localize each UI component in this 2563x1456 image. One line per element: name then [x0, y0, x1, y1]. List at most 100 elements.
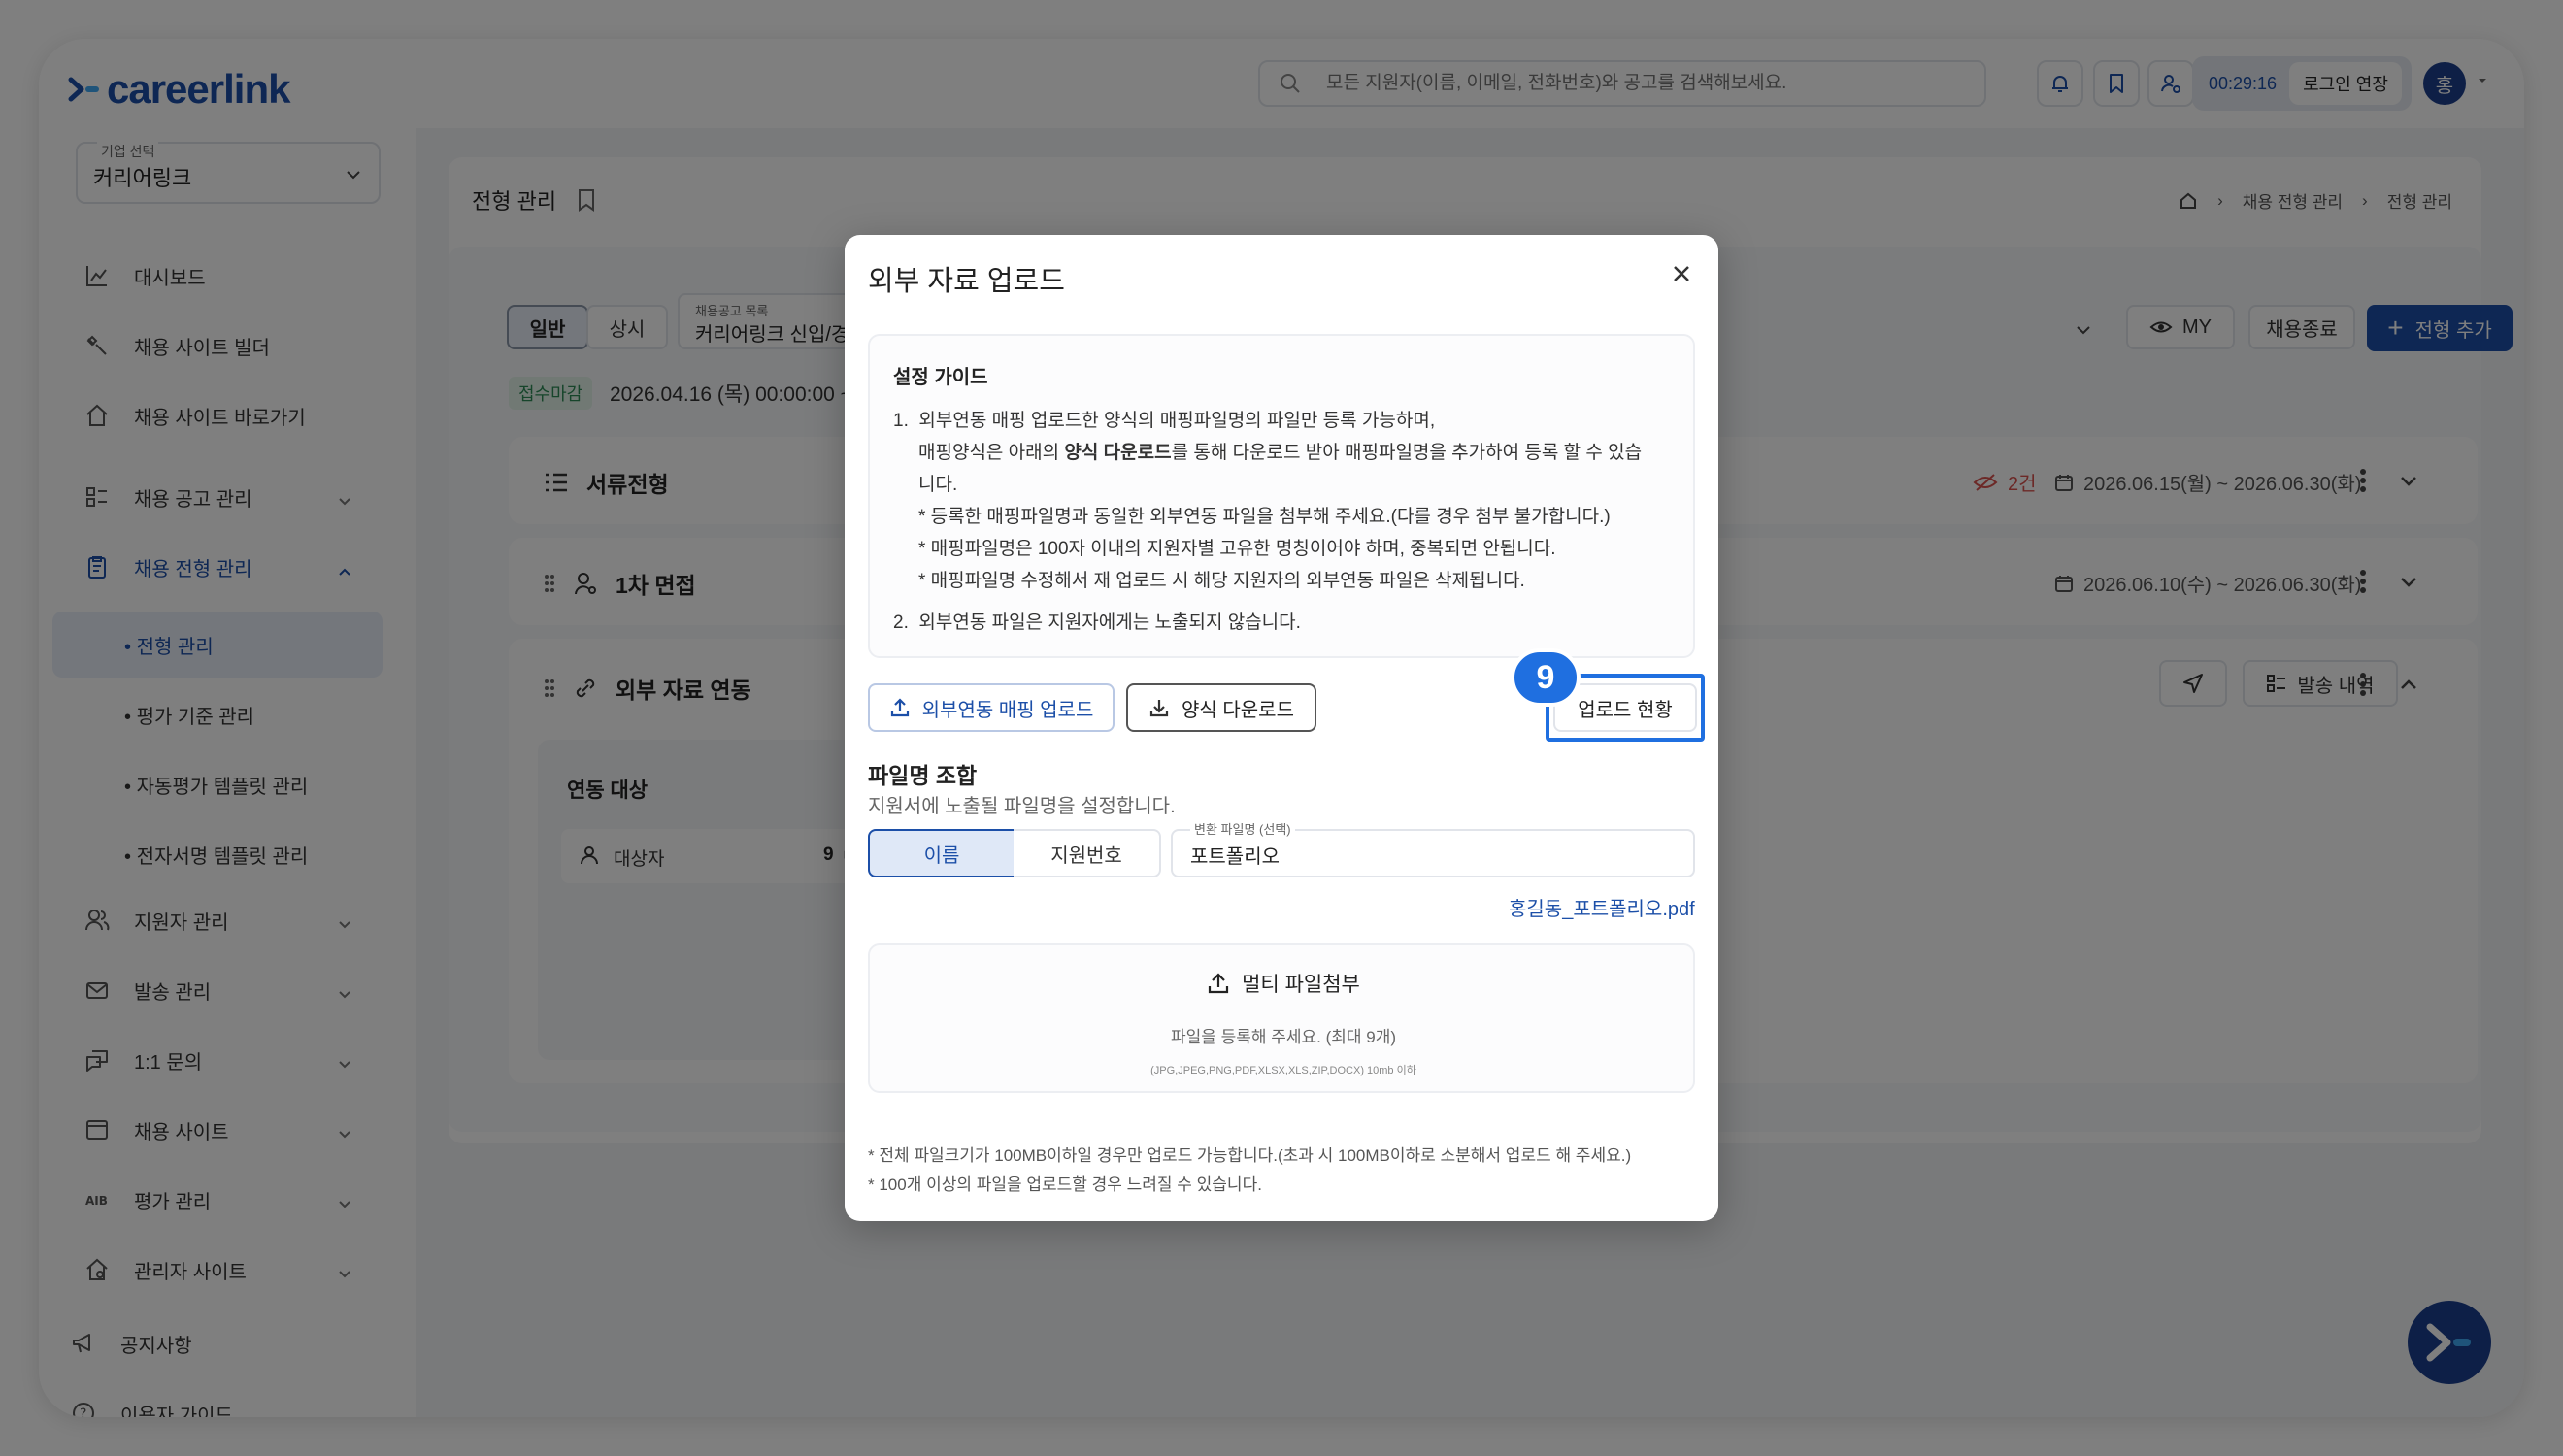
more-vertical-icon[interactable] — [2359, 468, 2367, 493]
target-row[interactable]: 대상자 9 명 — [561, 829, 882, 883]
users-icon — [82, 905, 113, 936]
sidebar-item-dashboard[interactable]: 대시보드 — [82, 260, 206, 291]
sidebar-item-applicants[interactable]: 지원자 관리 — [82, 905, 229, 936]
convert-filename-field[interactable]: 변환 파일명 (선택) 포트폴리오 — [1171, 819, 1695, 877]
target-title: 연동 대상 — [567, 779, 649, 802]
chevron-down-icon[interactable] — [336, 916, 353, 934]
svg-text:AIB: AIB — [85, 1194, 108, 1208]
sidebar-item-recruit-site[interactable]: 채용 사이트 — [82, 1114, 229, 1145]
filename-preview: 홍길동_포트폴리오.pdf — [1509, 899, 1695, 920]
logo-mark-icon — [68, 77, 99, 102]
sub-item-criteria[interactable]: • 평가 기준 관리 — [124, 701, 254, 729]
more-vertical-icon[interactable] — [2359, 569, 2367, 594]
chevron-down-icon[interactable] — [336, 1196, 353, 1213]
posting-select-label: 채용공고 목록 — [695, 304, 769, 318]
chevron-up-icon[interactable] — [336, 563, 353, 580]
global-search[interactable] — [1258, 60, 1986, 107]
sidebar-item-inquiry[interactable]: 1:1 문의 — [82, 1044, 202, 1075]
chevron-down-icon[interactable] — [336, 493, 353, 511]
chevron-down-icon[interactable] — [336, 986, 353, 1004]
sidebar-item-site-builder[interactable]: 채용 사이트 빌더 — [82, 330, 270, 361]
sidebar-item-screening[interactable]: 채용 전형 관리 — [82, 551, 252, 582]
sidebar-item-label: 이용자 가이드 — [120, 1405, 233, 1418]
segment-number[interactable]: 지원번호 — [1014, 829, 1161, 877]
logo-text: careerlink — [107, 66, 290, 112]
target-row-label: 대상자 — [614, 849, 665, 870]
sidebar-item-label: 채용 전형 관리 — [134, 558, 252, 580]
sidebar-item-mailing[interactable]: 발송 관리 — [82, 975, 211, 1006]
filename-title: 파일명 조합 — [868, 763, 978, 788]
drag-handle-icon[interactable] — [544, 678, 555, 699]
ab-icon: AIB — [82, 1184, 113, 1215]
send-button[interactable] — [2159, 660, 2227, 707]
sub-item-esign-template[interactable]: • 전자서명 템플릿 관리 — [124, 841, 308, 869]
convert-filename-value: 포트폴리오 — [1190, 846, 1280, 868]
recruit-period: 2026.04.16 (목) 00:00:00 ~ 20 — [610, 383, 882, 406]
sub-item-screening-manage[interactable]: • 전형 관리 — [124, 631, 214, 659]
send-history-button[interactable]: 발송 내역 — [2243, 660, 2398, 707]
sidebar-item-site-shortcut[interactable]: 채용 사이트 바로가기 — [82, 400, 306, 431]
sidebar-item-label: 대시보드 — [134, 267, 206, 289]
sub-item-auto-template[interactable]: • 자동평가 템플릿 관리 — [124, 771, 308, 799]
floating-chat-button[interactable] — [2408, 1301, 2491, 1384]
admin-home-icon — [82, 1254, 113, 1285]
tab-general[interactable]: 일반 — [507, 305, 588, 349]
add-stage-button[interactable]: + 전형 추가 — [2367, 305, 2513, 351]
person-search-icon — [575, 573, 596, 595]
careerlink-logo[interactable]: careerlink — [68, 66, 290, 113]
notification-button[interactable] — [2037, 60, 2083, 107]
eye-icon — [2149, 321, 2173, 333]
sidebar-item-evaluation[interactable]: AIB 평가 관리 — [82, 1184, 211, 1215]
svg-text:?: ? — [80, 1406, 86, 1417]
chevron-down-icon[interactable] — [336, 1056, 353, 1074]
sidebar-item-admin-site[interactable]: 관리자 사이트 — [82, 1254, 247, 1285]
my-filter-button[interactable]: MY — [2126, 305, 2235, 349]
tab-always[interactable]: 상시 — [586, 305, 668, 349]
drag-handle-icon[interactable] — [544, 573, 555, 594]
sidebar-item-job-posting[interactable]: 채용 공고 관리 — [82, 481, 252, 513]
extend-login-button[interactable]: 로그인 연장 — [2289, 62, 2402, 105]
close-button[interactable] — [1666, 258, 1697, 289]
sub-item-active-bg — [52, 612, 383, 678]
chevron-down-icon[interactable] — [336, 1266, 353, 1283]
bookmark-icon[interactable] — [576, 188, 597, 212]
person-icon — [581, 846, 598, 865]
mapping-upload-button[interactable]: 외부연동 매핑 업로드 — [868, 683, 1115, 732]
upload-note: * 전체 파일크기가 100MB이하일 경우만 업로드 가능합니다.(초과 시 … — [868, 1146, 1632, 1165]
chevron-down-icon[interactable] — [2476, 74, 2489, 87]
chevron-down-icon[interactable] — [336, 1126, 353, 1143]
chevron-down-icon[interactable] — [2074, 320, 2093, 340]
company-select[interactable]: 기업 선택 커리어링크 — [76, 142, 381, 204]
more-vertical-icon[interactable] — [2359, 672, 2367, 697]
step-badge: 9 — [1511, 648, 1581, 707]
mail-icon — [82, 975, 113, 1006]
guide-line: 니다. — [918, 475, 958, 495]
search-input[interactable] — [1326, 73, 1947, 94]
builder-icon — [82, 330, 113, 361]
sidebar-item-notice[interactable]: 공지사항 — [68, 1328, 192, 1359]
external-upload-modal: 외부 자료 업로드 설정 가이드 1. 외부연동 매핑 업로드한 양식의 매핑파… — [845, 235, 1718, 1221]
convert-filename-label: 변환 파일명 (선택) — [1190, 819, 1295, 838]
stage-date: 2026.06.15(월) ~ 2026.06.30(화) — [2083, 474, 2362, 495]
stage-date: 2026.06.10(수) ~ 2026.06.30(화) — [2083, 575, 2362, 596]
multi-file-dropzone[interactable]: 멀티 파일첨부 파일을 등록해 주세요. (최대 9개) (JPG,JPEG,P… — [868, 943, 1695, 1093]
segment-name[interactable]: 이름 — [868, 829, 1015, 877]
breadcrumb: › 채용 전형 관리 › 전형 관리 — [2179, 188, 2452, 213]
template-download-button[interactable]: 양식 다운로드 — [1126, 683, 1316, 732]
guide-line: * 매핑파일명 수정해서 재 업로드 시 해당 지원자의 외부연동 파일은 삭제… — [918, 571, 1525, 591]
sidebar-item-guide[interactable]: ? 이용자 가이드 — [68, 1398, 233, 1417]
stage-title: 서류전형 — [586, 472, 669, 497]
chevron-down-icon[interactable] — [2398, 571, 2419, 592]
chevron-down-icon[interactable] — [2398, 470, 2419, 491]
home-link-icon — [82, 400, 113, 431]
chevron-up-icon[interactable] — [2398, 674, 2419, 695]
home-icon[interactable] — [2179, 191, 2198, 211]
end-recruit-button[interactable]: 채용종료 — [2248, 305, 2355, 349]
bookmark-button[interactable] — [2093, 60, 2140, 107]
avatar[interactable]: 홍 — [2423, 62, 2466, 105]
close-icon — [1674, 266, 1689, 281]
breadcrumb-item[interactable]: 채용 전형 관리 — [2243, 188, 2343, 213]
breadcrumb-item[interactable]: 전형 관리 — [2387, 188, 2452, 213]
chevron-down-icon — [347, 171, 360, 180]
user-settings-button[interactable] — [2147, 60, 2194, 107]
